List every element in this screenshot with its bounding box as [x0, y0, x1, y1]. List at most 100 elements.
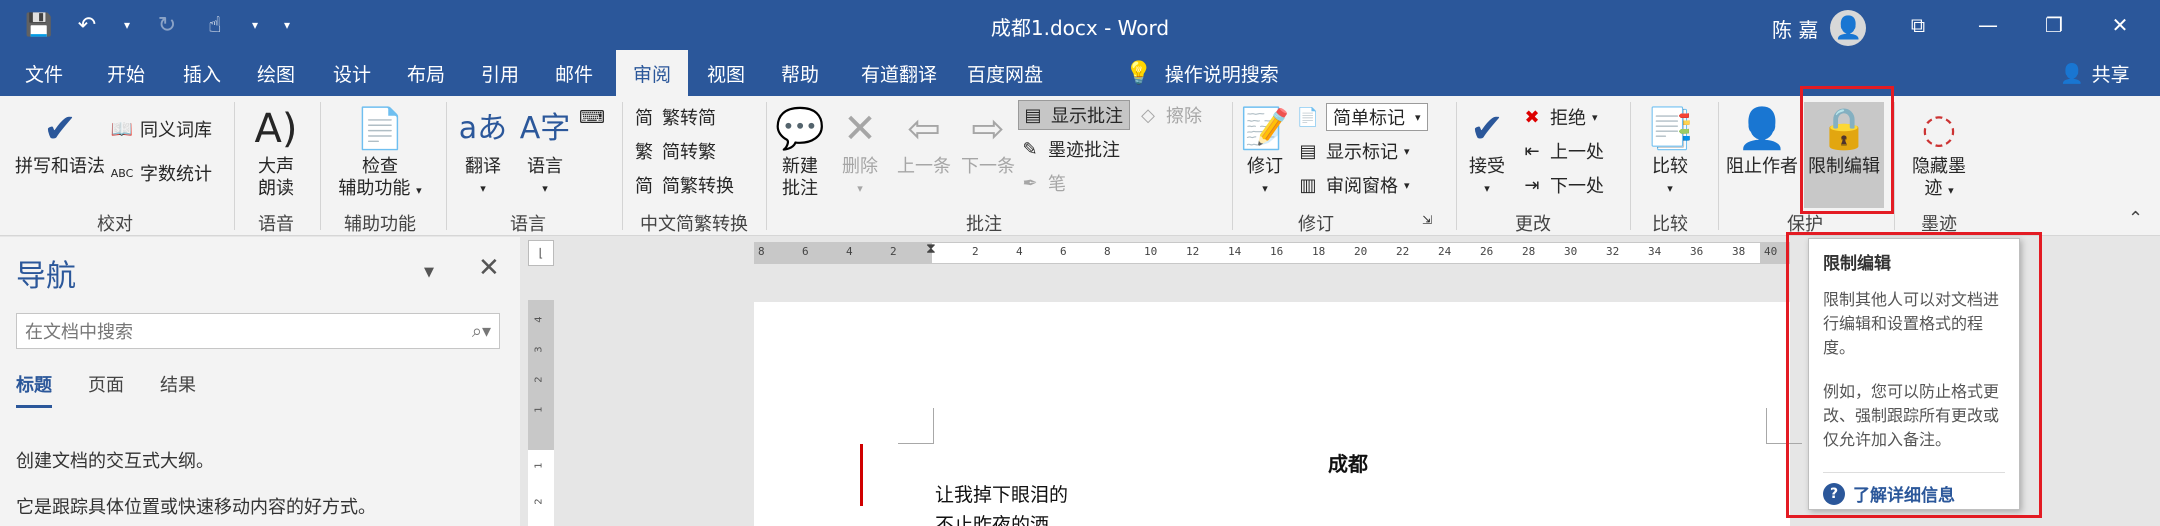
previous-comment-icon: ⇦	[907, 106, 941, 152]
ruler-tick: 14	[1228, 245, 1242, 258]
tab-results[interactable]: 结果	[160, 371, 196, 408]
tell-me-search[interactable]: 💡 操作说明搜索	[1082, 50, 1322, 96]
book-icon: 📖	[110, 118, 134, 140]
show-comments-label: 显示批注	[1051, 106, 1123, 127]
restore-icon[interactable]: ❐	[2024, 8, 2084, 42]
next-comment-button[interactable]: ⇨ 下一条	[958, 102, 1018, 178]
chevron-down-icon: ▾	[480, 182, 486, 195]
markup-select[interactable]: 简单标记 ▾	[1326, 103, 1428, 131]
read-aloud-button[interactable]: A) 大声 朗读	[244, 102, 308, 200]
tab-file[interactable]: 文件	[14, 50, 74, 96]
collapse-ribbon-icon[interactable]: ⌃	[2128, 208, 2143, 229]
ruler-tick: 4	[1016, 245, 1023, 258]
lightbulb-icon: 💡	[1125, 60, 1153, 86]
translate-button[interactable]: aあ 翻译 ▾	[456, 102, 510, 200]
compare-button[interactable]: 📑 比较 ▾	[1640, 102, 1700, 200]
next-change-button[interactable]: ⇥ 下一处	[1520, 170, 1604, 200]
navigation-help-text-2: 它是跟踪具体位置或快速移动内容的好方式。	[16, 497, 376, 518]
tab-mailings[interactable]: 邮件	[540, 50, 608, 96]
tell-me-label: 操作说明搜索	[1164, 63, 1279, 86]
keyboard-icon: ⌨	[579, 106, 605, 128]
tab-review[interactable]: 审阅	[616, 50, 688, 96]
tab-youdao[interactable]: 有道翻译	[846, 50, 952, 96]
language-button[interactable]: A字 语言 ▾	[518, 102, 572, 200]
ime-icon[interactable]: ⌨	[579, 102, 605, 132]
tab-design[interactable]: 设计	[318, 50, 386, 96]
user-account[interactable]: 陈 嘉 👤	[1772, 10, 1867, 46]
tab-view[interactable]: 视图	[692, 50, 760, 96]
simplified-to-traditional-button[interactable]: 繁 简转繁	[632, 136, 716, 166]
avatar[interactable]: 👤	[1830, 10, 1867, 46]
previous-comment-button[interactable]: ⇦ 上一条	[894, 102, 954, 178]
tab-insert[interactable]: 插入	[168, 50, 236, 96]
search-input[interactable]: 在文档中搜索 ⌕▾	[16, 313, 500, 349]
vertical-ruler-tick: 2	[533, 376, 545, 383]
ribbon-display-options-icon[interactable]: ⧉	[1888, 8, 1948, 42]
tab-headings[interactable]: 标题	[16, 371, 52, 408]
spell-check-icon: ✔	[43, 106, 77, 152]
revision-bar	[860, 444, 863, 506]
check-label-1: 检查	[362, 156, 398, 177]
ink-comment-icon: ✎	[1022, 138, 1038, 160]
show-markup-button[interactable]: ▤ 显示标记 ▾	[1296, 136, 1409, 166]
close-pane-icon[interactable]: ✕	[478, 253, 500, 283]
show-comments-button[interactable]: ▤ 显示批注	[1018, 100, 1130, 130]
pane-options-icon[interactable]: ▼	[424, 265, 434, 280]
thesaurus-button[interactable]: 📖 同义词库	[110, 114, 212, 144]
group-proofing-label: 校对	[97, 214, 133, 235]
separator	[622, 102, 623, 230]
tab-baidu[interactable]: 百度网盘	[960, 50, 1050, 96]
compare-icon: 📑	[1645, 106, 1695, 152]
search-icon[interactable]: ⌕▾	[472, 321, 491, 342]
ink-comments-button[interactable]: ✎ 墨迹批注	[1018, 134, 1120, 164]
ruler-tick: 2	[972, 245, 979, 258]
tab-home[interactable]: 开始	[92, 50, 160, 96]
user-name: 陈 嘉	[1772, 17, 1819, 42]
tab-selector-icon[interactable]: ⌊	[528, 240, 554, 266]
navigation-help-text-1: 创建文档的交互式大纲。	[16, 451, 214, 472]
delete-comment-icon: ✕	[843, 106, 877, 152]
hide-ink-button[interactable]: ◌ 隐藏墨 迹 ▾	[1904, 102, 1974, 202]
spelling-grammar-button[interactable]: ✔ 拼写和语法	[10, 102, 110, 178]
ruler-tick: 36	[1690, 245, 1704, 258]
markup-dropdown[interactable]: 📄 简单标记 ▾	[1296, 102, 1428, 132]
traditional-to-simplified-button[interactable]: 简 繁转简	[632, 102, 716, 132]
crop-mark-left	[898, 408, 934, 444]
tab-layout[interactable]: 布局	[392, 50, 460, 96]
next-comment-icon: ⇨	[971, 106, 1005, 152]
document-line[interactable]: 不止昨夜的酒	[935, 510, 1049, 526]
tracking-dialog-launcher-icon[interactable]: ⇲	[1422, 210, 1432, 230]
vertical-ruler[interactable]: 4 3 2 1 1 2	[528, 300, 554, 526]
word-count-button[interactable]: ABC 字数统计	[110, 158, 212, 188]
tab-draw[interactable]: 绘图	[242, 50, 310, 96]
separator	[1456, 102, 1457, 230]
track-changes-button[interactable]: 📝 修订 ▾	[1240, 102, 1290, 200]
block-authors-button[interactable]: 👤 阻止作者	[1724, 102, 1800, 178]
erase-button[interactable]: ◇ 擦除	[1136, 100, 1202, 130]
reviewing-pane-button[interactable]: ▥ 审阅窗格 ▾	[1296, 170, 1409, 200]
document-line[interactable]: 让我掉下眼泪的	[935, 480, 1068, 507]
accept-button[interactable]: ✔ 接受 ▾	[1462, 102, 1512, 200]
chinese-conversion-button[interactable]: 简 简繁转换	[632, 170, 734, 200]
indent-marker-icon[interactable]: ⧗	[926, 241, 936, 257]
pen-button[interactable]: ✒ 笔	[1018, 168, 1066, 198]
check-accessibility-button[interactable]: 📄 检查 辅助功能 ▾	[328, 102, 432, 202]
previous-change-button[interactable]: ⇤ 上一处	[1520, 136, 1604, 166]
markup-icon: 📄	[1296, 106, 1320, 128]
tab-pages[interactable]: 页面	[88, 371, 124, 408]
accept-label: 接受	[1469, 156, 1505, 177]
navigation-tabs: 标题 页面 结果	[16, 371, 196, 408]
delete-comment-button[interactable]: ✕ 删除 ▾	[834, 102, 886, 200]
tab-help[interactable]: 帮助	[766, 50, 834, 96]
minimize-icon[interactable]: —	[1958, 8, 2018, 42]
close-window-icon[interactable]: ✕	[2090, 8, 2150, 42]
reject-button[interactable]: ✖ 拒绝 ▾	[1520, 102, 1597, 132]
horizontal-ruler[interactable]: 8 6 4 2 2 4 6 8 10 12 14 16 18 20 22 24 …	[754, 241, 1790, 264]
document-heading[interactable]: 成都	[1328, 448, 1368, 477]
share-button[interactable]: 👤 共享	[2060, 60, 2130, 87]
separator	[446, 102, 447, 230]
restrict-editing-highlight	[1800, 86, 1894, 214]
new-comment-button[interactable]: 💬 新建 批注	[774, 102, 826, 200]
markup-select-value: 简单标记	[1333, 108, 1405, 129]
tab-references[interactable]: 引用	[466, 50, 534, 96]
